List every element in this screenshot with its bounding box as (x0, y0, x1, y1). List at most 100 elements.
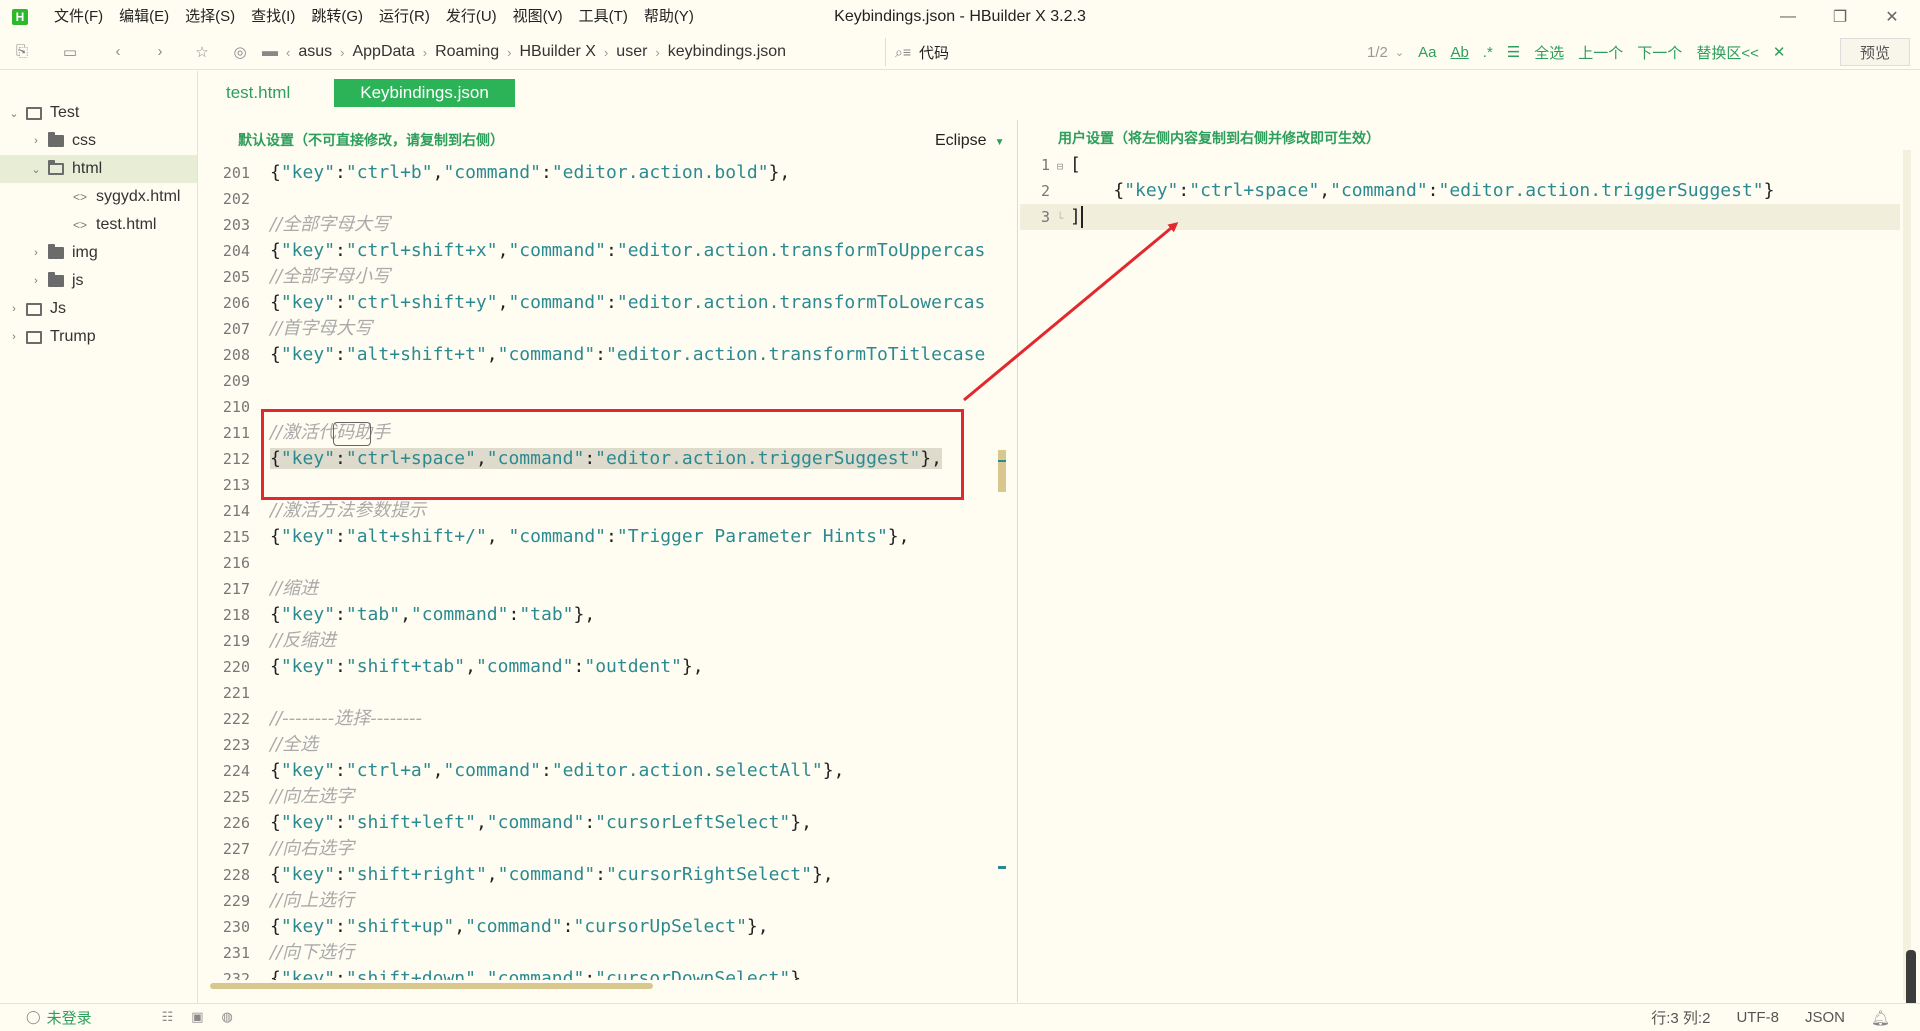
tree-item[interactable]: › img (0, 239, 197, 267)
breadcrumb-item[interactable]: keybindings.json (668, 43, 786, 61)
tree-item[interactable]: <> test.html (0, 211, 197, 239)
line-number: 213 (222, 476, 250, 494)
code-comment: //向上选行 (270, 890, 355, 911)
menu-item[interactable]: 查找(I) (243, 0, 303, 34)
tree-item[interactable]: › js (0, 267, 197, 295)
menu-item[interactable]: 帮助(Y) (636, 0, 702, 34)
run-icon[interactable]: ◎ (226, 38, 254, 66)
regex-icon[interactable]: .* (1483, 44, 1493, 61)
tree-item[interactable]: ⌄ html (0, 155, 197, 183)
replace-toggle-button[interactable]: 替换区<< (1696, 42, 1759, 63)
tree-item[interactable]: <> sygydx.html (0, 183, 197, 211)
chevron-right-icon[interactable]: › (8, 303, 20, 315)
menu-item[interactable]: 跳转(G) (303, 0, 371, 34)
menu-item[interactable]: 运行(R) (371, 0, 438, 34)
code-tail: }, (811, 864, 834, 885)
search-area: ⌕≡ (895, 34, 1340, 70)
breadcrumb-item[interactable]: Roaming (435, 43, 499, 61)
prev-match-button[interactable]: 上一个 (1578, 42, 1623, 63)
forward-icon[interactable]: › (146, 38, 174, 66)
folder-icon (48, 132, 64, 147)
match-count: 1/2 (1367, 43, 1388, 61)
match-case-icon[interactable]: Aa (1418, 44, 1436, 61)
tab-bar: test.html Keybindings.json (200, 76, 533, 110)
restore-icon[interactable]: ❐ (1814, 0, 1866, 34)
save-icon[interactable]: ▭ (56, 38, 84, 66)
search-icon: ⌕≡ (895, 43, 912, 60)
user-keybindings-editor[interactable]: 1 ⊟[ 2 {"key":"ctrl+space","command":"edi… (1020, 152, 1900, 230)
current-code-line: 3 └] (1020, 204, 1900, 230)
code-tail: }, (790, 812, 812, 833)
code-line: 206 {"key":"ctrl+shift+y","command":"edit… (200, 290, 1015, 316)
pane-divider[interactable] (1017, 120, 1018, 1002)
menu-item[interactable]: 发行(U) (438, 0, 505, 34)
code-line: 216 (200, 550, 1015, 576)
menu-item[interactable]: 编辑(E) (111, 0, 177, 34)
menu-item[interactable]: 选择(S) (177, 0, 243, 34)
menu-bar: 文件(F) 编辑(E) 选择(S) 查找(I) 跳转(G) 运行(R) 发行(U) 视图(V)… (46, 0, 702, 34)
tree-item-label: Js (50, 300, 66, 317)
menu-item[interactable]: 文件(F) (46, 0, 111, 34)
keymap-select[interactable]: Eclipse ▼ (935, 132, 1004, 150)
tab-keybindings-json[interactable]: Keybindings.json (334, 79, 515, 107)
tree-item[interactable]: › Js (0, 295, 197, 323)
back-icon[interactable]: ‹ (104, 38, 132, 66)
plugin-icon[interactable]: ◍ (222, 1009, 233, 1025)
menu-item[interactable]: 工具(T) (571, 0, 636, 34)
login-status[interactable]: 未登录 (47, 1007, 92, 1028)
command-value: cursorRightSelect (616, 864, 802, 885)
close-search-icon[interactable]: ✕ (1773, 43, 1786, 61)
tree-item[interactable]: › css (0, 127, 197, 155)
command-value: outdent (595, 656, 672, 677)
next-match-button[interactable]: 下一个 (1637, 42, 1682, 63)
whole-word-icon[interactable]: Ab (1450, 44, 1468, 61)
terminal-icon[interactable]: ▣ (191, 1009, 203, 1025)
default-settings-header: 默认设置（不可直接修改，请复制到右侧） (238, 132, 504, 148)
bell-icon[interactable]: 🔔︎ (1871, 1009, 1890, 1027)
cursor-position[interactable]: 行:3 列:2 (1651, 1007, 1710, 1028)
bracket-open: [ (1070, 154, 1081, 175)
select-all-button[interactable]: 全选 (1534, 42, 1564, 63)
breadcrumb-item[interactable]: asus (298, 43, 332, 61)
breadcrumb-item[interactable]: user (616, 43, 647, 61)
line-number: 3 (1040, 208, 1050, 226)
align-icon[interactable]: ☰ (1507, 43, 1520, 61)
new-file-icon[interactable]: ⎘ (8, 38, 36, 66)
chevron-down-icon[interactable]: ⌄ (30, 163, 42, 176)
line-number: 1 (1040, 156, 1050, 174)
command-value: editor.action.transformToUppercas (627, 240, 986, 261)
tab-test-html[interactable]: test.html (200, 79, 316, 107)
line-number: 224 (222, 762, 250, 780)
chevron-right-icon[interactable]: › (30, 247, 42, 259)
minimize-icon[interactable]: — (1762, 0, 1814, 34)
tree-item-label: img (72, 244, 98, 261)
vertical-scrollbar[interactable] (1903, 150, 1911, 1000)
horizontal-scrollbar[interactable] (210, 983, 653, 989)
tree-item[interactable]: › Trump (0, 323, 197, 351)
fold-icon[interactable]: ⊟ (1050, 154, 1070, 180)
chevron-down-icon[interactable]: ⌄ (1395, 46, 1404, 59)
chevron-right-icon[interactable]: › (30, 275, 42, 287)
language-mode[interactable]: JSON (1805, 1009, 1845, 1026)
preview-button[interactable]: 预览 (1840, 38, 1910, 66)
list-icon[interactable]: ☷ (162, 1009, 174, 1025)
search-input[interactable] (919, 43, 1340, 61)
close-icon[interactable]: ✕ (1866, 0, 1918, 34)
command-value: editor.action.bold (562, 162, 758, 183)
tree-item[interactable]: ⌄ Test (0, 99, 197, 127)
code-line: 208 {"key":"alt+shift+t","command":"edito… (200, 342, 1015, 368)
line-number: 210 (222, 398, 250, 416)
line-number: 203 (222, 216, 250, 234)
breadcrumb-item[interactable]: AppData (352, 43, 414, 61)
chevron-down-icon[interactable]: ⌄ (8, 107, 20, 120)
chevron-right-icon[interactable]: › (8, 331, 20, 343)
star-icon[interactable]: ☆ (188, 38, 216, 66)
command-value: editor.action.selectAll (562, 760, 812, 781)
code-line: 201 {"key":"ctrl+b","command":"editor.act… (200, 160, 1015, 186)
breadcrumb-item[interactable]: HBuilder X (519, 43, 595, 61)
line-number: 229 (222, 892, 250, 910)
encoding[interactable]: UTF-8 (1736, 1009, 1779, 1026)
menu-item[interactable]: 视图(V) (505, 0, 571, 34)
default-keybindings-editor[interactable]: 201 {"key":"ctrl+b","command":"editor.act… (200, 160, 1015, 980)
chevron-right-icon[interactable]: › (30, 135, 42, 147)
